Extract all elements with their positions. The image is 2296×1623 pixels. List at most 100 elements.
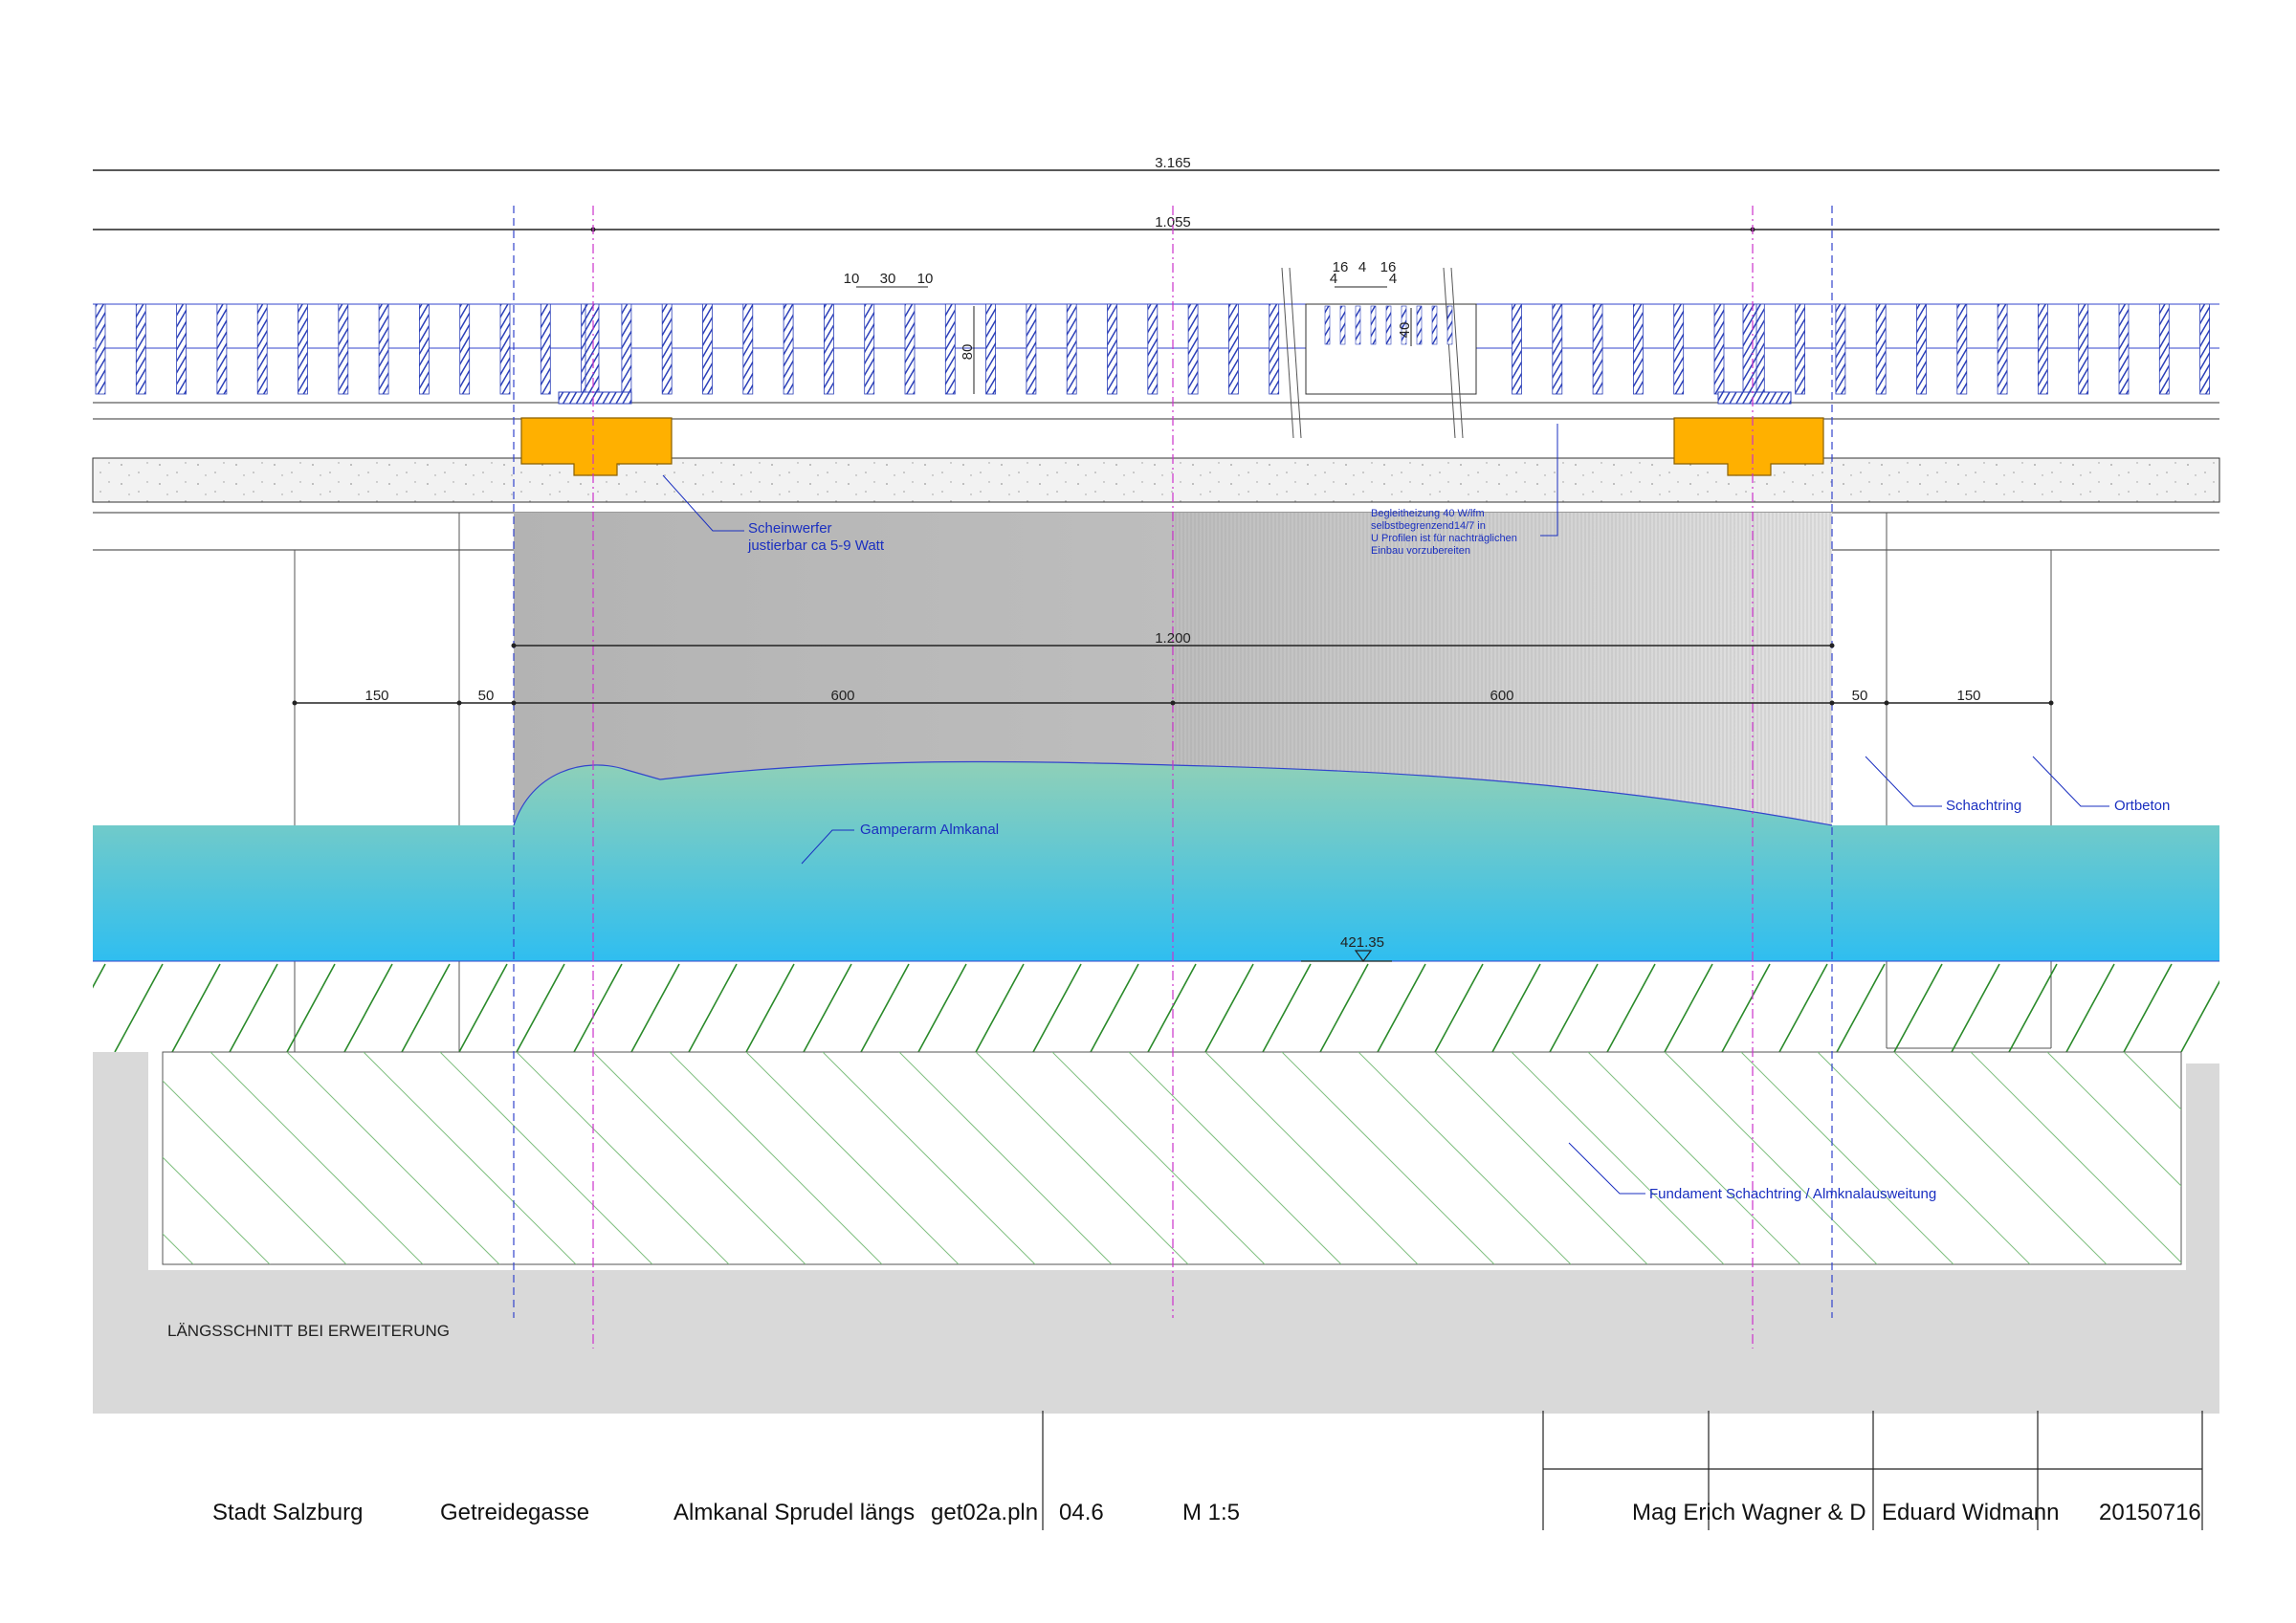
title-city: Stadt Salzburg (212, 1500, 363, 1525)
ground-hatch-line (975, 963, 1025, 1052)
ground-hatch-line (114, 963, 164, 1052)
grate-slot-dim-d: 4 (1330, 271, 1337, 287)
annotation-ortbeton: Ortbeton (2114, 798, 2170, 814)
seg-left-outer-label: 150 (364, 688, 388, 704)
grate-bar (135, 303, 146, 395)
ground-hatch-line (1606, 963, 1656, 1052)
ground-hatch-line (745, 963, 795, 1052)
u-profile-left (558, 391, 632, 405)
overall-dimension: 3.165 (93, 155, 2219, 171)
ground-hatch-line (2065, 963, 2115, 1052)
ground-hatch (93, 963, 2219, 1052)
grate-bar (216, 303, 228, 395)
ground-hatch-line (1377, 963, 1426, 1052)
grate-bar (1997, 303, 2008, 395)
grate-slot (1355, 305, 1361, 345)
grate-slot (1446, 305, 1453, 345)
grate-slot-dim-b: 4 (1358, 259, 1366, 275)
level-label: 421.35 (1340, 934, 1384, 951)
title-author-2: Eduard Widmann (1882, 1500, 2059, 1525)
ground-hatch-line (93, 963, 106, 989)
grate-height-dim: 80 (960, 344, 976, 361)
ground-hatch-line (1434, 963, 1484, 1052)
grate-inner-dim: 40 (1397, 322, 1413, 339)
grate-slot (1370, 305, 1377, 345)
grate-bar (2118, 303, 2130, 395)
annotation-heizung-2: selbstbegrenzend14/7 in (1371, 520, 1486, 532)
annotation-heizung-3: U Profilen ist für nachträglichen (1371, 533, 1517, 544)
grate-bar (256, 303, 268, 395)
u-profile-right (1717, 391, 1792, 405)
basin-width-label: 1.200 (1155, 630, 1191, 647)
grate-bar (338, 303, 349, 395)
grate-bar (2158, 303, 2170, 395)
grate-bar (661, 303, 673, 395)
grate-bar (824, 303, 834, 395)
concrete-slab (92, 457, 2220, 503)
grate-bar (1916, 303, 1927, 395)
ground-hatch-line (1721, 963, 1771, 1052)
grate-bar (1713, 303, 1725, 395)
ground-hatch-line (688, 963, 738, 1052)
ground-hatch-line (343, 963, 393, 1052)
ground-hatch-line (516, 963, 565, 1052)
grate-bar (985, 303, 996, 395)
grate-slot (1324, 305, 1331, 345)
ground-hatch-line (229, 963, 278, 1052)
foundation-core (162, 1051, 2182, 1265)
grate-bar (1147, 303, 1159, 395)
ground-hatch-line (803, 963, 852, 1052)
grate-dim-a: 10 (844, 271, 860, 287)
seg-right-outer-label: 150 (1956, 688, 1980, 704)
grate-bar (418, 303, 430, 395)
ground-hatch-line (1319, 963, 1369, 1052)
ground-hatch-line (401, 963, 451, 1052)
grating-bars (95, 303, 2211, 395)
ground-hatch-line (458, 963, 508, 1052)
grate-bar (1835, 303, 1846, 395)
annotation-schachtring: Schachtring (1946, 798, 2021, 814)
grate-bar (1552, 303, 1563, 395)
seg-right-inner-label: 50 (1852, 688, 1868, 704)
grate-bar (944, 303, 956, 395)
title-scale: M 1:5 (1182, 1500, 1240, 1525)
grate-bar (783, 303, 794, 395)
grate-bar (2037, 303, 2048, 395)
grate-bar (742, 303, 754, 395)
title-sheet: 04.6 (1059, 1500, 1104, 1525)
ground-hatch-line (2008, 963, 2058, 1052)
ground-hatch-line (1893, 963, 1943, 1052)
annotation-heizung-1: Begleitheizung 40 W/lfm (1371, 508, 1485, 519)
seg-mid-left-label: 600 (830, 688, 854, 704)
annotation-gamperarm: Gamperarm Almkanal (860, 822, 999, 838)
section-drawing: 3.165 1.055 10 30 10 16 4 16 4 4 80 40 1… (92, 155, 2296, 1530)
grate-bar (540, 303, 551, 395)
annotation-fundament: Fundament Schachtring / Almknalausweitun… (1649, 1186, 1936, 1202)
ground-hatch-line (2180, 979, 2219, 1052)
grate-bar (95, 303, 106, 395)
ground-hatch-line (917, 963, 967, 1052)
ground-hatch-line (1262, 963, 1312, 1052)
grate-bar (904, 303, 916, 395)
grate-bar (176, 303, 188, 395)
ground-hatch-line (1951, 963, 2000, 1052)
seg-left-inner-label: 50 (478, 688, 495, 704)
grate-support-left (585, 303, 600, 395)
grate-bar (1633, 303, 1644, 395)
water-body (93, 761, 2219, 961)
ground-hatch-line (1836, 963, 1886, 1052)
grate-bar (1187, 303, 1199, 395)
grate-bar (2199, 303, 2211, 395)
grate-slot (1339, 305, 1346, 345)
annotation-scheinwerfer-1: Scheinwerfer (748, 520, 832, 537)
grate-slots (1324, 305, 1453, 345)
section-title: LÄNGSSCHNITT BEI ERWEITERUNG (167, 1322, 450, 1340)
title-subject: Almkanal Sprudel längs (673, 1500, 915, 1525)
ground-hatch-line (1549, 963, 1599, 1052)
foundation-hatch-line (2277, 1052, 2296, 1264)
grate-bar (2078, 303, 2089, 395)
ground-hatch-line (1032, 963, 1082, 1052)
grate-bar (459, 303, 471, 395)
grate-support-right (1742, 303, 1757, 395)
grate-opening (1281, 267, 1477, 439)
